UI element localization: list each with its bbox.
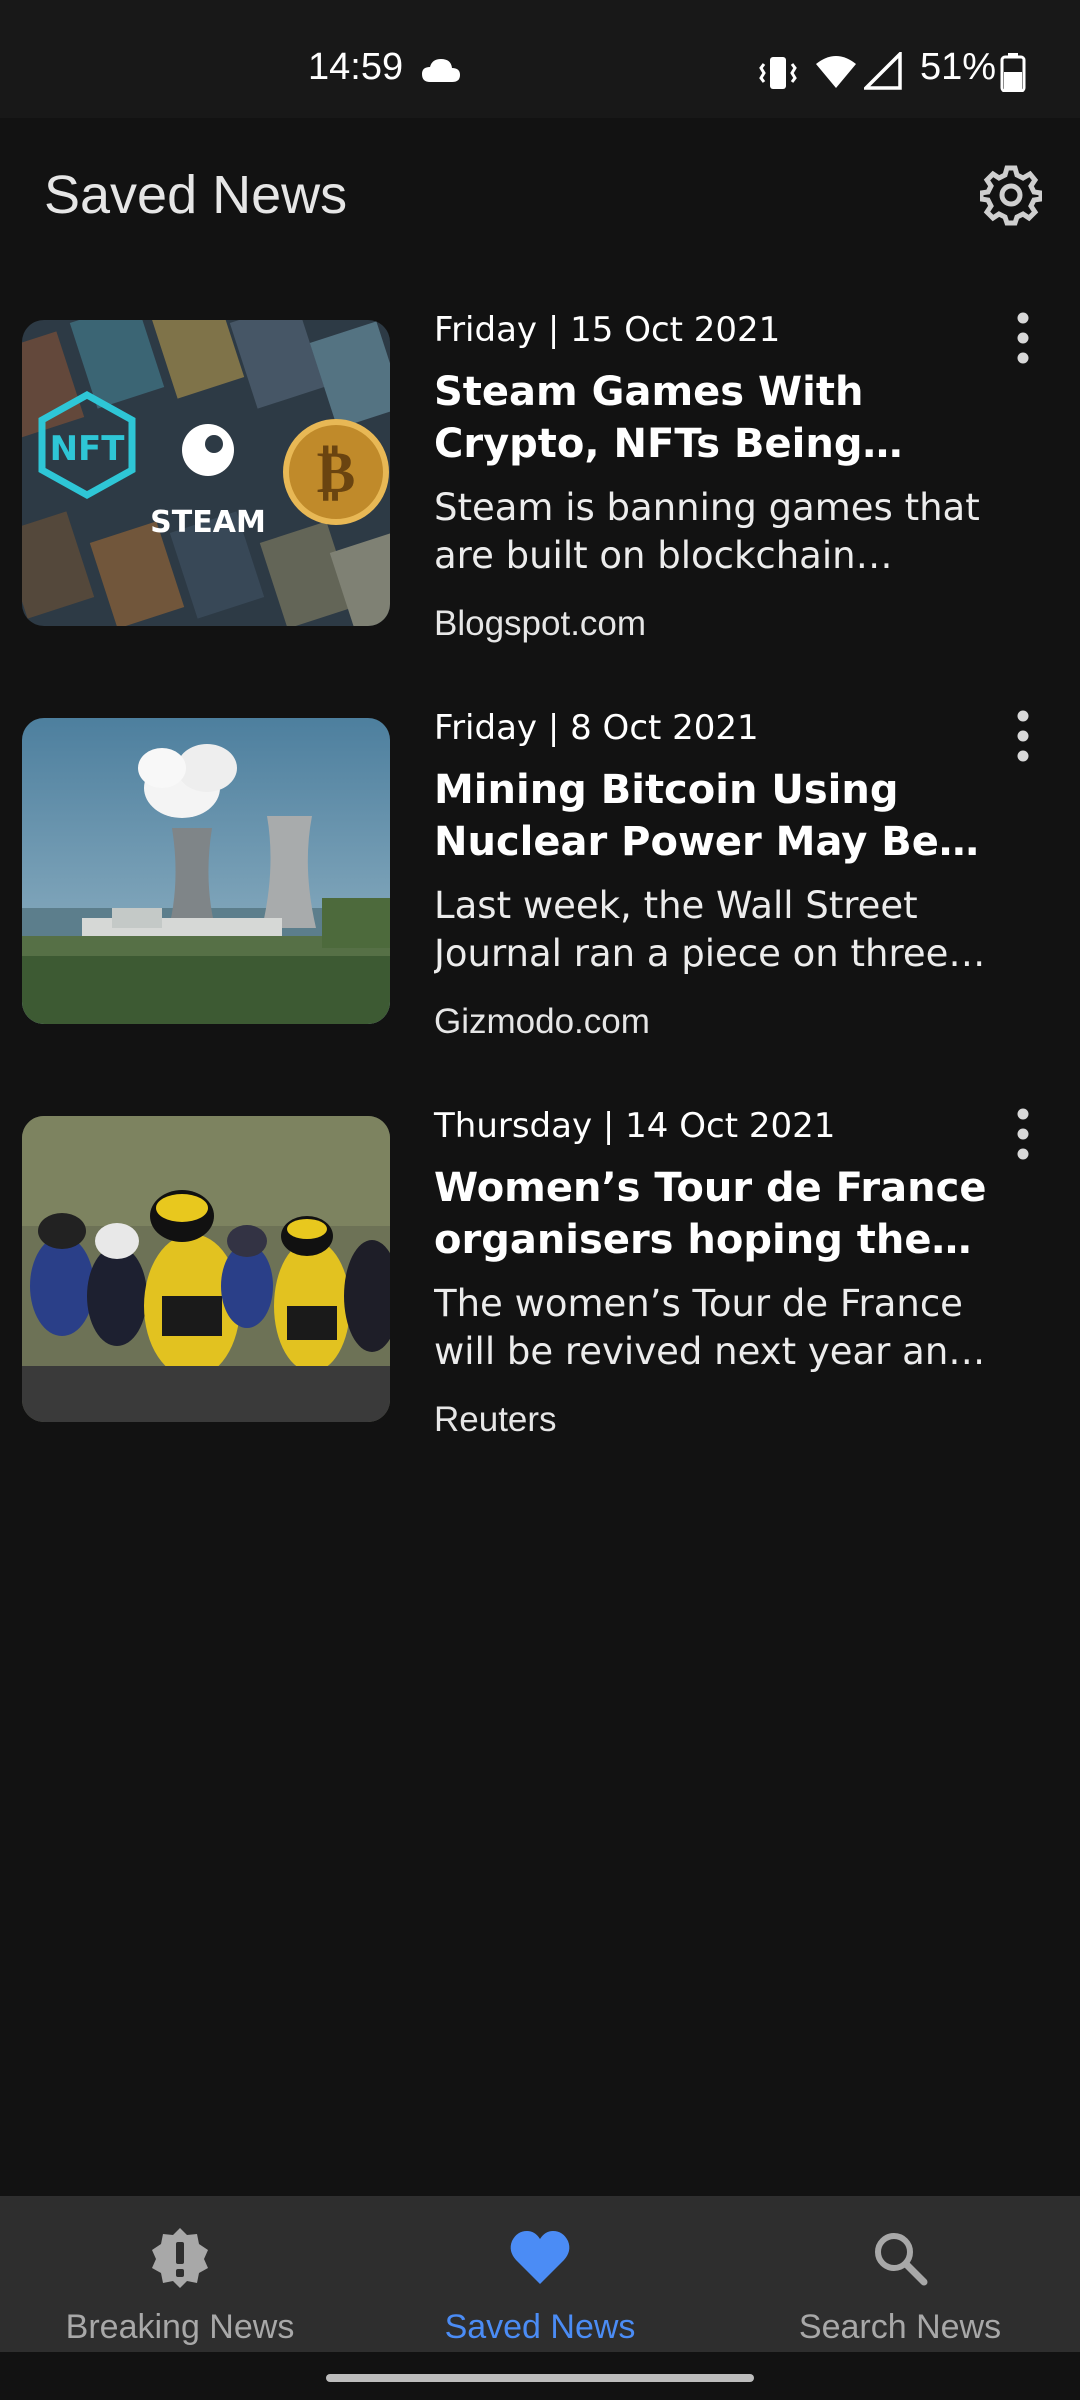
status-bar: 14:59 51%	[0, 0, 1080, 118]
battery-icon	[1000, 53, 1026, 92]
article-thumbnail: NFT STEAM ₿	[22, 320, 390, 626]
article-card[interactable]: Friday | 8 Oct 2021 Mining Bitcoin Using…	[0, 708, 1080, 1098]
gear-icon[interactable]	[980, 164, 1042, 226]
cloud-icon	[422, 59, 460, 82]
article-description: The women’s Tour de France will be reviv…	[434, 1282, 972, 1373]
nav-label: Saved News	[444, 2308, 636, 2346]
article-date: Friday | 15 Oct 2021	[434, 310, 781, 350]
more-vertical-icon[interactable]	[1006, 306, 1040, 370]
article-card[interactable]: NFT STEAM ₿ Friday | 15 Oct 2021 Steam G…	[0, 310, 1080, 700]
status-time: 14:59	[308, 46, 404, 88]
nav-search-news[interactable]: Search News	[720, 2196, 1080, 2352]
article-description: Last week, the Wall Street Journal ran a…	[434, 884, 949, 975]
bottom-navigation: Breaking News Saved News Search News	[0, 2196, 1080, 2352]
vibrate-icon	[759, 57, 797, 89]
article-source: Gizmodo.com	[434, 1002, 650, 1041]
battery-percent: 51%	[920, 46, 997, 88]
more-vertical-icon[interactable]	[1006, 1102, 1040, 1166]
svg-text:₿: ₿	[317, 438, 356, 506]
signal-icon	[864, 52, 902, 90]
nav-saved-news[interactable]: Saved News	[360, 2196, 720, 2352]
alert-icon	[152, 2228, 208, 2288]
article-card[interactable]: Thursday | 14 Oct 2021 Women’s Tour de F…	[0, 1106, 1080, 1496]
more-vertical-icon[interactable]	[1006, 704, 1040, 768]
gesture-bar[interactable]	[326, 2374, 754, 2382]
article-title: Steam Games With Crypto, NFTs Being Remo…	[434, 369, 864, 467]
search-icon	[875, 2233, 928, 2286]
nav-label: Breaking News	[65, 2308, 295, 2346]
page-title: Saved News	[44, 165, 348, 225]
article-title: Women’s Tour de France organisers hoping…	[434, 1165, 987, 1263]
wifi-icon	[816, 56, 856, 88]
nav-breaking-news[interactable]: Breaking News	[0, 2196, 360, 2352]
svg-text:NFT: NFT	[50, 429, 126, 469]
article-thumbnail	[22, 718, 390, 1024]
cyclists-image	[22, 1116, 390, 1422]
article-description: Steam is banning games that are built on…	[434, 486, 980, 577]
article-date: Thursday | 14 Oct 2021	[434, 1106, 836, 1146]
heart-icon	[510, 2231, 570, 2284]
article-title: Mining Bitcoin Using Nuclear Power May B…	[434, 767, 939, 865]
nav-label: Search News	[798, 2308, 1002, 2346]
article-source: Blogspot.com	[434, 604, 647, 643]
article-date: Friday | 8 Oct 2021	[434, 708, 759, 748]
nuclear-plant-image	[22, 718, 390, 1024]
article-thumbnail	[22, 1116, 390, 1422]
steam-nft-image: NFT STEAM ₿	[22, 320, 390, 626]
svg-text:STEAM: STEAM	[150, 505, 266, 540]
article-source: Reuters	[434, 1400, 557, 1439]
